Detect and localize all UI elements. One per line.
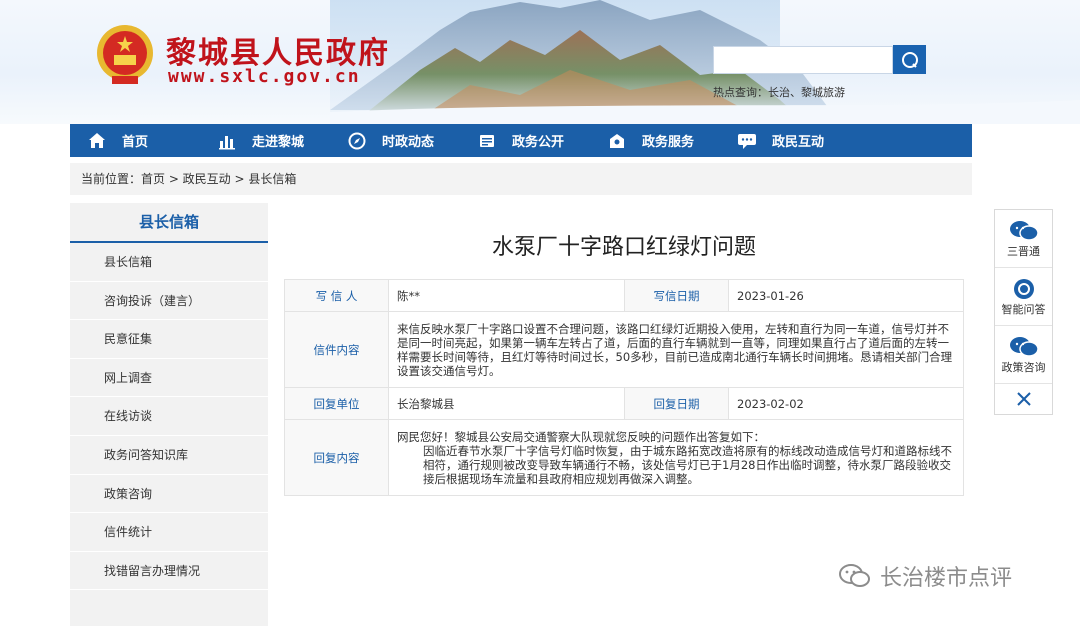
sidebar-item-error-report[interactable]: 找错留言办理情况	[70, 552, 268, 591]
float-label: 政策咨询	[1001, 360, 1046, 374]
nav-item-service[interactable]: 政务服务	[606, 124, 736, 157]
nav-item-news[interactable]: 时政动态	[346, 124, 476, 157]
card-icon	[476, 130, 498, 152]
search-button[interactable]	[893, 45, 926, 74]
wechat-icon	[1009, 220, 1039, 241]
reply-unit-label: 回复单位	[284, 387, 389, 420]
writer-value: 陈**	[388, 279, 625, 312]
reply-body: 因临近春节水泵厂十字信号灯临时恢复，由于城东路拓宽改造将原有的标线改动造成信号灯…	[423, 443, 952, 486]
float-item-policy-consult[interactable]: 政策咨询	[995, 326, 1052, 384]
sidebar-item-mailbox[interactable]: 县长信箱	[70, 243, 268, 282]
sidebar: 县长信箱 县长信箱 咨询投诉（建言） 民意征集 网上调查 在线访谈 政务问答知识…	[70, 203, 268, 626]
reply-greeting: 网民您好！黎城县公安局交通警察大队现就您反映的问题作出答复如下：	[397, 429, 765, 444]
hot-search[interactable]: 热点查询：长治、黎城旅游	[713, 84, 845, 100]
float-label: 三晋通	[1007, 244, 1040, 258]
site-header: 黎城县人民政府 www.sxlc.gov.cn 热点查询：长治、黎城旅游	[0, 0, 1080, 124]
compass-icon	[346, 130, 368, 152]
sidebar-item-stats[interactable]: 信件统计	[70, 513, 268, 552]
consult-icon	[1009, 336, 1039, 357]
nav-label: 首页	[122, 135, 149, 150]
sidebar-item-opinion[interactable]: 民意征集	[70, 320, 268, 359]
reply-content-label: 回复内容	[284, 419, 389, 496]
date-label: 写信日期	[624, 279, 729, 312]
nav-label: 政务公开	[512, 135, 565, 150]
nav-item-home[interactable]: 首页	[86, 124, 216, 157]
reply-content-value: 网民您好！黎城县公安局交通警察大队现就您反映的问题作出答复如下： 因临近春节水泵…	[388, 419, 964, 496]
writer-label: 写 信 人	[284, 279, 389, 312]
sidebar-title: 县长信箱	[70, 203, 268, 243]
sidebar-item-interview[interactable]: 在线访谈	[70, 397, 268, 436]
nav-label: 政民互动	[772, 135, 825, 150]
nav-item-about[interactable]: 走进黎城	[216, 124, 346, 157]
main-nav: 首页 走进黎城 时政动态 政务公开 政务服务 政民互动	[70, 124, 972, 157]
qa-icon	[1013, 278, 1034, 299]
content-label: 信件内容	[284, 311, 389, 388]
letter-table: 写 信 人 陈** 写信日期 2023-01-26 信件内容 来信反映水泵厂十字…	[284, 279, 964, 496]
reply-date-label: 回复日期	[624, 387, 729, 420]
sidebar-item-knowledge[interactable]: 政务问答知识库	[70, 436, 268, 475]
chat-icon	[736, 130, 758, 152]
sidebar-item-survey[interactable]: 网上调查	[70, 359, 268, 398]
sidebar-item-complaint[interactable]: 咨询投诉（建言）	[70, 282, 268, 321]
float-item-sanjintong[interactable]: 三晋通	[995, 210, 1052, 268]
site-url: www.sxlc.gov.cn	[168, 66, 361, 87]
chart-icon	[216, 130, 238, 152]
nav-item-interaction[interactable]: 政民互动	[736, 124, 866, 157]
national-emblem-icon	[97, 25, 153, 84]
sidebar-item-policy[interactable]: 政策咨询	[70, 475, 268, 514]
nav-label: 时政动态	[382, 135, 435, 150]
close-icon	[1016, 392, 1031, 406]
wechat-icon	[839, 564, 870, 587]
watermark-text: 长治楼市点评	[880, 566, 1013, 591]
home-icon	[86, 130, 108, 152]
reply-date-value: 2023-02-02	[728, 387, 964, 420]
nav-label: 走进黎城	[252, 135, 305, 150]
table-row: 回复单位 长治黎城县 回复日期 2023-02-02	[284, 387, 964, 420]
breadcrumb: 当前位置：首页 > 政民互动 > 县长信箱	[70, 163, 972, 195]
search-icon	[901, 51, 918, 68]
nav-item-open-gov[interactable]: 政务公开	[476, 124, 606, 157]
float-close-button[interactable]	[995, 384, 1052, 414]
float-label: 智能问答	[1001, 302, 1046, 316]
content-value: 来信反映水泵厂十字路口设置不合理问题，该路口红绿灯近期投入使用，左转和直行为同一…	[388, 311, 964, 388]
service-icon	[606, 130, 628, 152]
table-row: 回复内容 网民您好！黎城县公安局交通警察大队现就您反映的问题作出答复如下： 因临…	[284, 419, 964, 496]
table-row: 信件内容 来信反映水泵厂十字路口设置不合理问题，该路口红绿灯近期投入使用，左转和…	[284, 311, 964, 388]
watermark: 长治楼市点评	[838, 560, 1012, 592]
page-title: 水泵厂十字路口红绿灯问题	[491, 235, 756, 260]
date-value: 2023-01-26	[728, 279, 964, 312]
search-input[interactable]	[713, 46, 893, 74]
table-row: 写 信 人 陈** 写信日期 2023-01-26	[284, 279, 964, 312]
float-item-smart-qa[interactable]: 智能问答	[995, 268, 1052, 326]
nav-label: 政务服务	[642, 135, 695, 150]
reply-unit-value: 长治黎城县	[388, 387, 625, 420]
floating-toolbar: 三晋通 智能问答 政策咨询	[994, 209, 1053, 415]
